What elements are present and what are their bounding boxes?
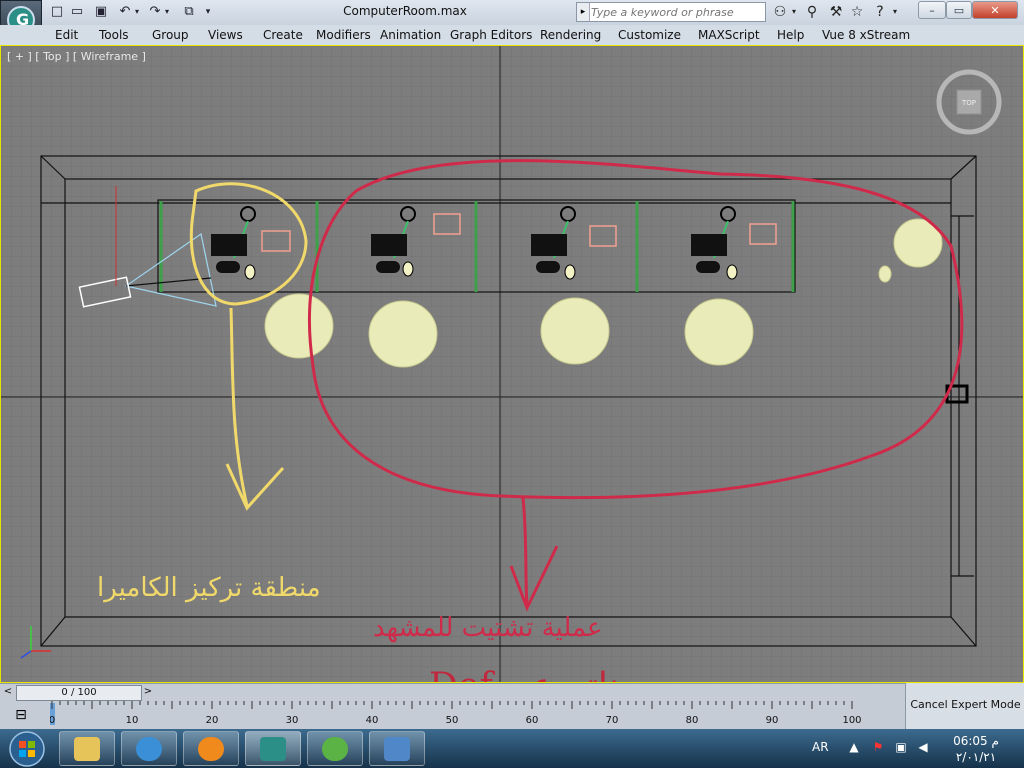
- undo-dropdown-icon[interactable]: ▾: [132, 3, 142, 21]
- help-dropdown-icon[interactable]: ▾: [890, 3, 900, 21]
- track-bar[interactable]: ⊟ 0 10 20 30 40 50 60 70 80 90 100: [0, 701, 905, 729]
- favorites-star-icon[interactable]: ☆: [848, 3, 866, 21]
- ruler-label: 60: [526, 715, 539, 726]
- photo-viewer-icon: [384, 737, 410, 761]
- taskbar-internet-explorer[interactable]: [121, 731, 177, 766]
- ruler-label: 0: [50, 715, 55, 726]
- menu-help[interactable]: Help: [777, 25, 804, 45]
- taskbar-photo-viewer[interactable]: [369, 731, 425, 766]
- redo-dropdown-icon[interactable]: ▾: [162, 3, 172, 21]
- menu-vue-xstream[interactable]: Vue 8 xStream: [822, 25, 910, 45]
- dof-annotation-text: ناتج عن Dof: [429, 666, 619, 682]
- subscription-icon[interactable]: ⚲: [802, 3, 822, 21]
- chair-1: [264, 293, 334, 359]
- taskbar-3ds-max[interactable]: [245, 731, 301, 766]
- messenger-icon: [322, 737, 348, 761]
- binoculars-icon[interactable]: ⚇: [770, 3, 790, 21]
- ruler-label: 100: [842, 715, 861, 726]
- time-slider[interactable]: 0 / 100: [16, 685, 142, 701]
- taskbar-media-player[interactable]: [183, 731, 239, 766]
- top-viewport[interactable]: [ + ] [ Top ] [ Wireframe ] TOP منطقة تر…: [0, 45, 1024, 683]
- viewcube-label: TOP: [961, 99, 976, 107]
- menu-maxscript[interactable]: MAXScript: [698, 25, 760, 45]
- taskbar-live-messenger[interactable]: [307, 731, 363, 766]
- quick-access-dropdown-icon[interactable]: ▾: [202, 3, 214, 21]
- menu-create[interactable]: Create: [263, 25, 303, 45]
- trash-bin: [878, 265, 892, 283]
- show-hidden-icons-icon[interactable]: ▲: [846, 739, 862, 755]
- prev-frame-icon[interactable]: <: [2, 685, 14, 699]
- menu-tools[interactable]: Tools: [99, 25, 129, 45]
- save-icon[interactable]: ▣: [92, 3, 110, 21]
- windows-taskbar: AR ▲ ⚑ ▣ ◀ 06:05 م ٢/٠١/٢١: [0, 729, 1024, 768]
- track-ruler[interactable]: 0 10 20 30 40 50 60 70 80 90 100: [50, 701, 905, 729]
- ruler-label: 10: [126, 715, 139, 726]
- minimize-button[interactable]: –: [918, 1, 946, 19]
- ruler-label: 70: [606, 715, 619, 726]
- search-dropdown-icon[interactable]: ▾: [789, 3, 799, 21]
- volume-icon[interactable]: ◀: [915, 739, 931, 755]
- maximize-button[interactable]: ▭: [946, 1, 972, 19]
- ruler-label: 50: [446, 715, 459, 726]
- cancel-expert-mode-button[interactable]: Cancel Expert Mode: [908, 696, 1023, 714]
- media-player-icon: [198, 737, 224, 761]
- menu-edit[interactable]: Edit: [55, 25, 78, 45]
- clock-time[interactable]: 06:05 م: [936, 734, 1016, 748]
- expert-mode-panel: Cancel Expert Mode: [905, 683, 1024, 729]
- clock-date[interactable]: ٢/٠١/٢١: [936, 750, 1016, 764]
- title-bar: □ ▭ ▣ ↶ ▾ ↷ ▾ ⧉ ▾ ComputerRoom.max ▸ ⚇ ▾…: [0, 0, 1024, 26]
- action-center-icon[interactable]: ⚑: [870, 739, 886, 755]
- ruler-label: 90: [766, 715, 779, 726]
- document-title: ComputerRoom.max: [343, 4, 467, 18]
- internet-explorer-icon: [136, 737, 162, 761]
- communication-center-icon[interactable]: ⚒: [826, 3, 846, 21]
- menu-bar: Edit Tools Group Views Create Modifiers …: [0, 25, 1024, 46]
- ruler-label: 20: [206, 715, 219, 726]
- ruler-label: 80: [686, 715, 699, 726]
- menu-customize[interactable]: Customize: [618, 25, 681, 45]
- help-icon[interactable]: ?: [870, 3, 890, 21]
- folder-icon: [74, 737, 100, 761]
- menu-group[interactable]: Group: [152, 25, 189, 45]
- search-arrow-icon[interactable]: ▸: [577, 3, 590, 21]
- chair-4: [684, 298, 754, 366]
- chair-3: [540, 297, 610, 365]
- project-folder-icon[interactable]: ⧉: [180, 3, 198, 21]
- viewcube[interactable]: TOP: [935, 68, 1003, 136]
- new-file-icon[interactable]: □: [48, 3, 66, 21]
- search-box[interactable]: ▸: [576, 2, 766, 22]
- chair-2: [368, 300, 438, 368]
- network-icon[interactable]: ▣: [893, 739, 909, 755]
- taskbar-explorer[interactable]: [59, 731, 115, 766]
- viewport-label[interactable]: [ + ] [ Top ] [ Wireframe ]: [7, 50, 146, 63]
- search-input[interactable]: [591, 4, 761, 20]
- open-file-icon[interactable]: ▭: [68, 3, 86, 21]
- start-button[interactable]: [3, 730, 51, 768]
- close-button[interactable]: ✕: [972, 1, 1018, 19]
- menu-graph-editors[interactable]: Graph Editors: [450, 25, 532, 45]
- menu-views[interactable]: Views: [208, 25, 243, 45]
- menu-animation[interactable]: Animation: [380, 25, 441, 45]
- focus-annotation-text: منطقة تركيز الكاميرا: [97, 573, 321, 603]
- curve-editor-icon[interactable]: ⊟: [10, 706, 32, 724]
- ruler-label: 40: [366, 715, 379, 726]
- menu-rendering[interactable]: Rendering: [540, 25, 601, 45]
- language-indicator[interactable]: AR: [812, 740, 829, 754]
- next-frame-icon[interactable]: >: [142, 685, 154, 699]
- ruler-label: 30: [286, 715, 299, 726]
- menu-modifiers[interactable]: Modifiers: [316, 25, 371, 45]
- time-slider-bar: < 0 / 100 >: [0, 683, 905, 702]
- 3ds-max-icon: [260, 737, 286, 761]
- blur-annotation-text: عملية تشتيت للمشهد: [373, 613, 603, 643]
